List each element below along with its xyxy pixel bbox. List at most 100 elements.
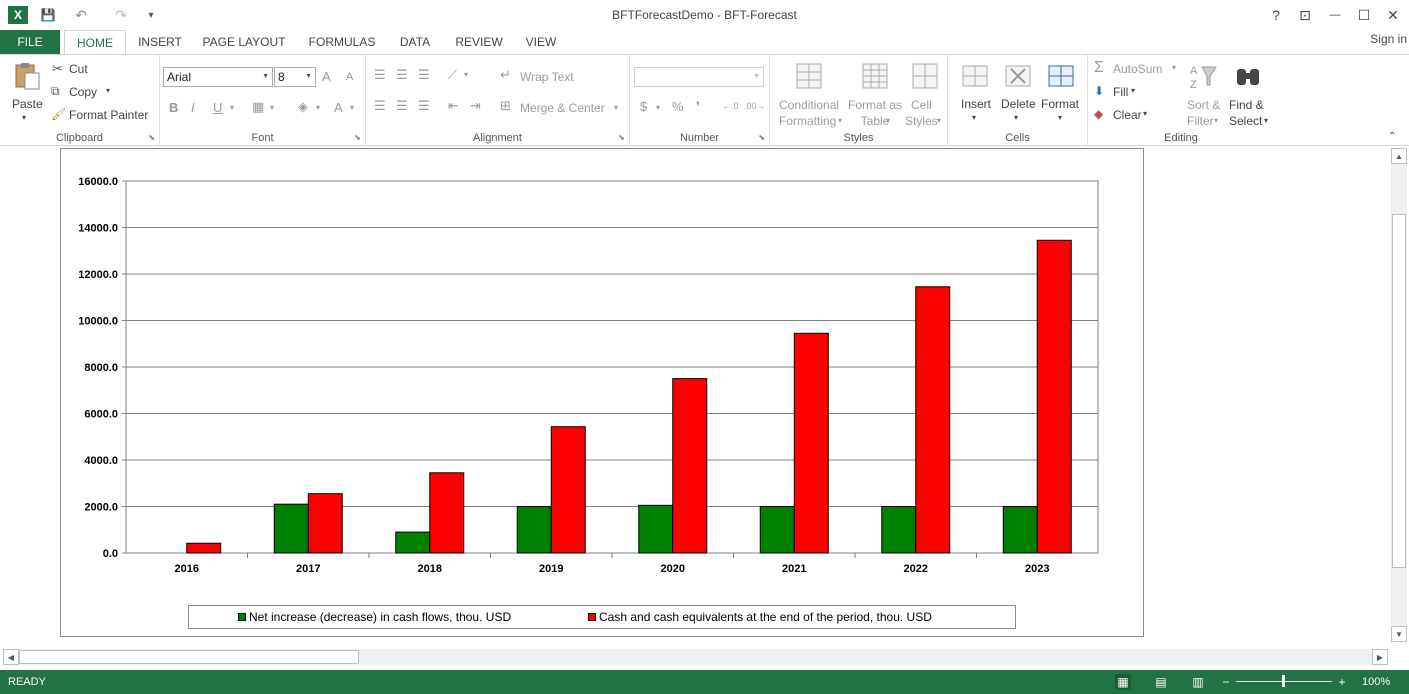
tab-home[interactable]: HOME [64,30,126,55]
number-launcher-icon[interactable]: ⬊ [758,133,765,142]
decrease-decimal-button[interactable]: .00→ [744,101,766,111]
tab-review[interactable]: REVIEW [450,30,508,54]
merge-dropdown-icon[interactable]: ▾ [614,103,618,112]
tab-formulas[interactable]: FORMULAS [302,30,382,54]
fill-button[interactable]: Fill [1113,85,1128,99]
orientation-dropdown-icon[interactable]: ▾ [464,70,468,79]
align-center-icon[interactable]: ☰ [396,98,408,114]
page-layout-view-icon[interactable]: ▤ [1153,674,1169,690]
fill-dropdown-icon[interactable]: ▾ [1131,86,1135,95]
format-painter-button[interactable]: Format Painter [69,108,148,122]
copy-button[interactable]: Copy [69,85,97,99]
paste-button[interactable]: Paste [12,97,43,111]
vertical-scrollbar[interactable]: ▲ ▼ [1391,148,1407,642]
zoom-in-button[interactable]: + [1334,674,1350,690]
find-select-button[interactable]: Find & Select [1229,97,1264,129]
horizontal-scroll-thumb[interactable] [19,650,359,664]
increase-indent-icon[interactable]: ⇥ [470,98,481,114]
zoom-slider-thumb[interactable] [1282,675,1285,687]
insert-dropdown-icon[interactable]: ▾ [972,113,976,122]
insert-cells-button[interactable]: Insert [961,97,991,111]
align-left-icon[interactable]: ☰ [374,98,386,114]
font-launcher-icon[interactable]: ⬊ [354,133,361,142]
scroll-left-arrow-icon[interactable]: ◀ [3,649,19,665]
cut-button[interactable]: Cut [69,62,88,76]
font-color-button[interactable]: A [334,100,343,115]
comma-button[interactable]: ❜ [696,99,700,115]
maximize-button[interactable]: ☐ [1354,5,1374,25]
format-cells-button[interactable]: Format [1041,97,1079,111]
minimize-button[interactable]: — [1325,5,1345,25]
format-table-dropdown-icon[interactable]: ▾ [886,116,890,125]
bottom-align-icon[interactable]: ☰ [418,67,430,83]
sort-filter-icon[interactable]: AZ [1188,61,1218,91]
underline-dropdown-icon[interactable]: ▾ [230,103,234,112]
clipboard-launcher-icon[interactable]: ⬊ [148,133,155,142]
italic-button[interactable]: I [191,100,195,115]
merge-center-button[interactable]: Merge & Center [520,101,605,115]
font-size-select[interactable]: 8 ▼ [274,67,316,87]
cell-styles-icon[interactable] [910,61,940,91]
sign-in-link[interactable]: Sign in [1370,32,1407,46]
fill-color-dropdown-icon[interactable]: ▾ [316,103,320,112]
delete-cells-icon[interactable] [1003,61,1033,91]
decrease-indent-icon[interactable]: ⇤ [448,98,459,114]
underline-button[interactable]: U [213,100,222,115]
find-select-icon[interactable] [1233,61,1263,91]
percent-button[interactable]: % [672,99,684,114]
format-as-table-button[interactable]: Format as Table [848,97,902,129]
insert-cells-icon[interactable] [960,61,990,91]
chart-legend[interactable]: Net increase (decrease) in cash flows, t… [188,605,1016,629]
tab-page-layout[interactable]: PAGE LAYOUT [198,30,290,54]
currency-dropdown-icon[interactable]: ▾ [656,103,660,112]
horizontal-scrollbar[interactable]: ◀ ▶ [3,649,1388,665]
middle-align-icon[interactable]: ☰ [396,67,408,83]
borders-dropdown-icon[interactable]: ▾ [270,103,274,112]
delete-dropdown-icon[interactable]: ▾ [1014,113,1018,122]
vertical-scroll-thumb[interactable] [1392,214,1406,568]
sort-dropdown-icon[interactable]: ▾ [1214,116,1218,125]
tab-view[interactable]: VIEW [520,30,562,54]
ribbon-display-button[interactable]: ⊡ [1295,5,1315,25]
autosum-button[interactable]: AutoSum [1113,62,1162,76]
zoom-level[interactable]: 100% [1362,676,1390,688]
number-format-select[interactable]: ▼ [634,67,764,87]
format-cells-icon[interactable] [1046,61,1076,91]
font-color-dropdown-icon[interactable]: ▾ [350,103,354,112]
help-button[interactable]: ? [1266,5,1286,25]
find-dropdown-icon[interactable]: ▾ [1264,116,1268,125]
clear-dropdown-icon[interactable]: ▾ [1143,109,1147,118]
chart-area[interactable]: 0.0 2000.0 4000.0 6000.0 8000.0 10000.0 12000.… [60,148,1144,637]
fill-color-icon[interactable]: ◈ [298,99,308,115]
borders-icon[interactable]: ▦ [252,99,264,115]
format-as-table-icon[interactable] [860,61,890,91]
paste-dropdown-icon[interactable]: ▾ [22,113,26,122]
font-name-select[interactable]: Arial ▼ [163,67,273,87]
scroll-right-arrow-icon[interactable]: ▶ [1372,649,1388,665]
autosum-dropdown-icon[interactable]: ▾ [1172,63,1176,72]
conditional-dropdown-icon[interactable]: ▾ [838,116,842,125]
orientation-icon[interactable]: ⟋ [448,67,457,83]
increase-decimal-button[interactable]: ←.0 [722,101,739,111]
tab-data[interactable]: DATA [392,30,438,54]
paste-icon[interactable] [12,61,42,91]
scroll-down-arrow-icon[interactable]: ▼ [1391,626,1407,642]
cell-styles-button[interactable]: Cell Styles [905,97,938,129]
collapse-ribbon-icon[interactable]: ⌃ [1388,131,1396,142]
align-right-icon[interactable]: ☰ [418,98,430,114]
bold-button[interactable]: B [169,100,178,115]
cell-styles-dropdown-icon[interactable]: ▾ [937,116,941,125]
clear-button[interactable]: Clear [1113,108,1142,122]
conditional-formatting-icon[interactable] [794,61,824,91]
alignment-launcher-icon[interactable]: ⬊ [618,133,625,142]
format-dropdown-icon[interactable]: ▾ [1058,113,1062,122]
scroll-up-arrow-icon[interactable]: ▲ [1391,148,1407,164]
top-align-icon[interactable]: ☰ [374,67,386,83]
currency-button[interactable]: $ [640,99,647,114]
tab-file[interactable]: FILE [0,30,60,54]
worksheet[interactable]: 0.0 2000.0 4000.0 6000.0 8000.0 10000.0 12000.… [0,147,1409,647]
tab-insert[interactable]: INSERT [132,30,188,54]
copy-dropdown-icon[interactable]: ▾ [106,86,110,95]
grow-font-button[interactable]: A [322,69,331,84]
page-break-view-icon[interactable]: ▥ [1190,674,1206,690]
